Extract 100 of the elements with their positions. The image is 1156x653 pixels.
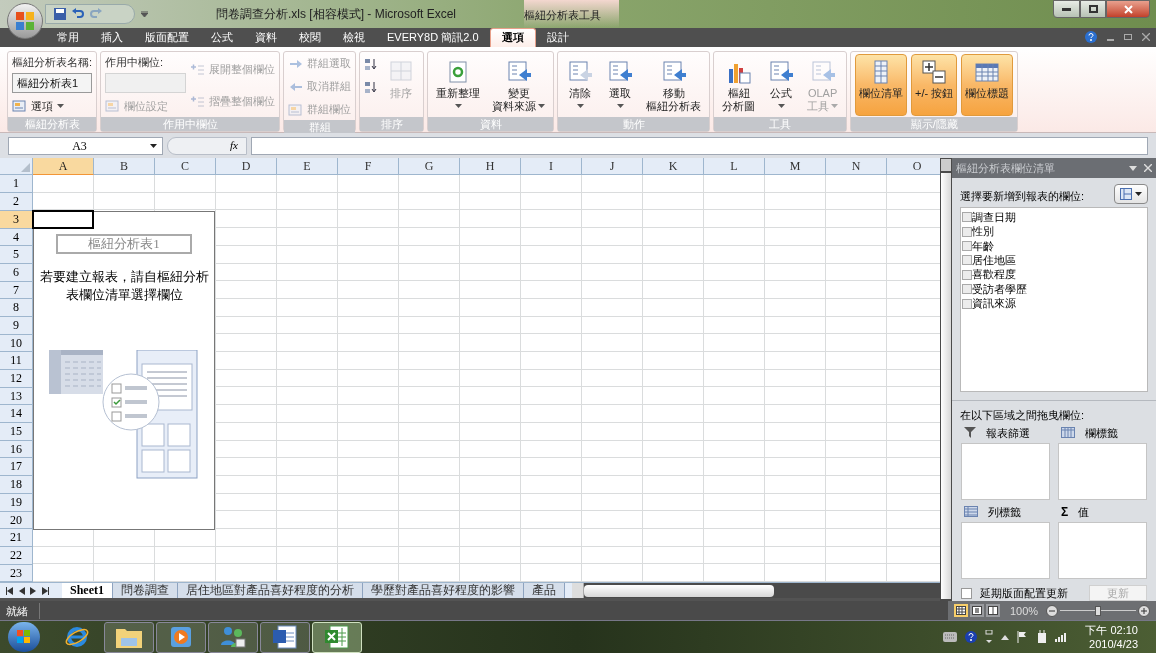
help-icon[interactable] xyxy=(1085,31,1097,44)
checkbox[interactable] xyxy=(962,298,972,309)
ribbon-button[interactable]: 選取 xyxy=(602,53,639,116)
field-name[interactable]: 喜歡程度 xyxy=(972,268,1016,282)
checkbox[interactable] xyxy=(962,255,972,266)
taskbar-button[interactable] xyxy=(208,621,258,653)
keyboard-icon[interactable] xyxy=(943,632,958,643)
first-sheet-icon[interactable] xyxy=(6,587,13,595)
sheet-tab[interactable]: 產品 xyxy=(524,583,565,599)
name-field[interactable]: 樞紐分析表1 xyxy=(12,73,93,94)
ribbon-button[interactable]: 選項 xyxy=(12,96,93,117)
field-name[interactable]: 資訊來源 xyxy=(972,297,1016,311)
ribbon-button[interactable]: 樞紐 分析圖 xyxy=(718,53,760,116)
row-header[interactable]: 1 xyxy=(0,175,33,194)
office-button[interactable] xyxy=(7,3,43,39)
column-header[interactable]: K xyxy=(643,158,704,176)
start-button[interactable] xyxy=(8,622,40,653)
ribbon-tab[interactable]: 版面配置 xyxy=(134,27,200,47)
save-icon[interactable] xyxy=(54,7,66,20)
sheet-tab[interactable]: 學歷對產品喜好程度的影響 xyxy=(363,583,524,599)
view-button[interactable] xyxy=(986,604,1000,618)
zoom-in-icon[interactable] xyxy=(1138,604,1150,617)
ribbon-tab[interactable]: 常用 xyxy=(46,27,90,47)
sheet-tab[interactable]: 居住地區對產品喜好程度的分析 xyxy=(178,583,363,599)
column-header[interactable]: J xyxy=(582,158,643,176)
clock[interactable]: 下午 02:10 2010/4/23 xyxy=(1085,623,1138,652)
toggle-button[interactable]: 欄位清單 xyxy=(855,53,908,116)
column-header[interactable]: M xyxy=(765,158,826,176)
close-icon[interactable] xyxy=(1142,33,1150,42)
ribbon-tab[interactable]: 插入 xyxy=(90,27,134,47)
row-header[interactable]: 2 xyxy=(0,193,33,211)
undo-icon[interactable] xyxy=(72,7,84,20)
field-name[interactable]: 性別 xyxy=(972,225,994,239)
column-header[interactable]: O xyxy=(887,158,940,176)
column-header[interactable]: N xyxy=(826,158,887,176)
checkbox[interactable] xyxy=(962,241,972,252)
taskbar-button[interactable] xyxy=(104,621,154,653)
next-sheet-icon[interactable] xyxy=(30,587,37,595)
row-header[interactable]: 15 xyxy=(0,423,33,441)
checkbox[interactable] xyxy=(962,284,972,295)
zoom-level[interactable]: 100% xyxy=(1010,602,1039,620)
ribbon-tab[interactable]: 公式 xyxy=(200,27,244,47)
sheet-tab[interactable]: Sheet1 xyxy=(62,583,113,599)
ribbon-tab[interactable]: 設計 xyxy=(535,27,580,47)
restore-icon[interactable] xyxy=(1124,34,1132,41)
checkbox[interactable] xyxy=(962,269,972,280)
close-button[interactable] xyxy=(1106,0,1150,18)
active-cell[interactable] xyxy=(32,209,94,229)
ribbon-button[interactable]: 公式 xyxy=(763,53,800,116)
field-name[interactable]: 受訪者學歷 xyxy=(972,282,1027,296)
sheet-tab[interactable]: 問卷調查 xyxy=(113,583,178,599)
row-header[interactable]: 14 xyxy=(0,405,33,424)
view-button[interactable] xyxy=(954,604,968,618)
ribbon-tab[interactable]: 檢視 xyxy=(332,27,376,47)
zoom-slider-thumb[interactable] xyxy=(1095,605,1102,616)
show-hidden-icons-icon[interactable] xyxy=(1001,634,1010,640)
ribbon-button[interactable]: 變更 資料來源 xyxy=(488,53,550,116)
column-header[interactable]: D xyxy=(216,158,277,176)
zoom-out-icon[interactable] xyxy=(1046,604,1059,617)
ribbon-tab[interactable]: EVERY8D 簡訊2.0 xyxy=(376,27,490,47)
vertical-scrollbar[interactable] xyxy=(940,158,952,602)
previous-sheet-icon[interactable] xyxy=(18,587,25,595)
row-header[interactable]: 17 xyxy=(0,458,33,477)
ribbon-button[interactable]: 重新整理 xyxy=(432,53,485,116)
column-header[interactable]: I xyxy=(521,158,582,176)
power-plug-icon[interactable] xyxy=(1037,630,1048,645)
layout-button[interactable] xyxy=(1114,184,1148,205)
column-header[interactable]: E xyxy=(277,158,338,176)
customize-toolbar-icon[interactable] xyxy=(141,10,148,17)
toggle-button[interactable]: 欄位標題 xyxy=(961,53,1014,116)
taskbar-button[interactable] xyxy=(260,621,310,653)
column-header[interactable]: G xyxy=(399,158,460,176)
column-header[interactable]: F xyxy=(338,158,399,176)
checkbox[interactable] xyxy=(961,587,972,599)
field-name[interactable]: 居住地區 xyxy=(972,253,1016,267)
ribbon-button[interactable]: 移動 樞紐分析表 xyxy=(642,53,706,116)
row-header[interactable]: 11 xyxy=(0,352,33,371)
horizontal-scrollbar[interactable] xyxy=(572,583,940,599)
minimize-button[interactable] xyxy=(1053,0,1080,18)
ribbon-tab[interactable]: 校閱 xyxy=(288,27,332,47)
formula-input[interactable] xyxy=(251,136,1148,155)
last-sheet-icon[interactable] xyxy=(42,587,49,595)
ribbon-button[interactable]: 清除 xyxy=(562,53,599,116)
restore-button[interactable] xyxy=(1080,0,1106,18)
row-header[interactable]: 5 xyxy=(0,246,33,264)
checkbox[interactable] xyxy=(962,212,972,223)
insert-function-button[interactable]: fx xyxy=(230,137,238,154)
field-name[interactable]: 調查日期 xyxy=(972,210,1016,224)
ribbon-tab[interactable]: 資料 xyxy=(244,27,288,47)
minimize-icon[interactable] xyxy=(1107,39,1114,42)
column-header[interactable]: A xyxy=(33,158,94,176)
name-box[interactable]: A3 xyxy=(8,136,163,155)
row-header[interactable]: 8 xyxy=(0,299,33,317)
row-header[interactable]: 18 xyxy=(0,476,33,494)
pane-menu-icon[interactable] xyxy=(1129,165,1137,171)
view-button[interactable] xyxy=(970,604,984,618)
column-header[interactable]: C xyxy=(155,158,216,176)
field-name[interactable]: 年齡 xyxy=(972,239,994,253)
toggle-button[interactable]: +/- 按鈕 xyxy=(911,53,958,116)
row-header[interactable]: 21 xyxy=(0,529,33,547)
